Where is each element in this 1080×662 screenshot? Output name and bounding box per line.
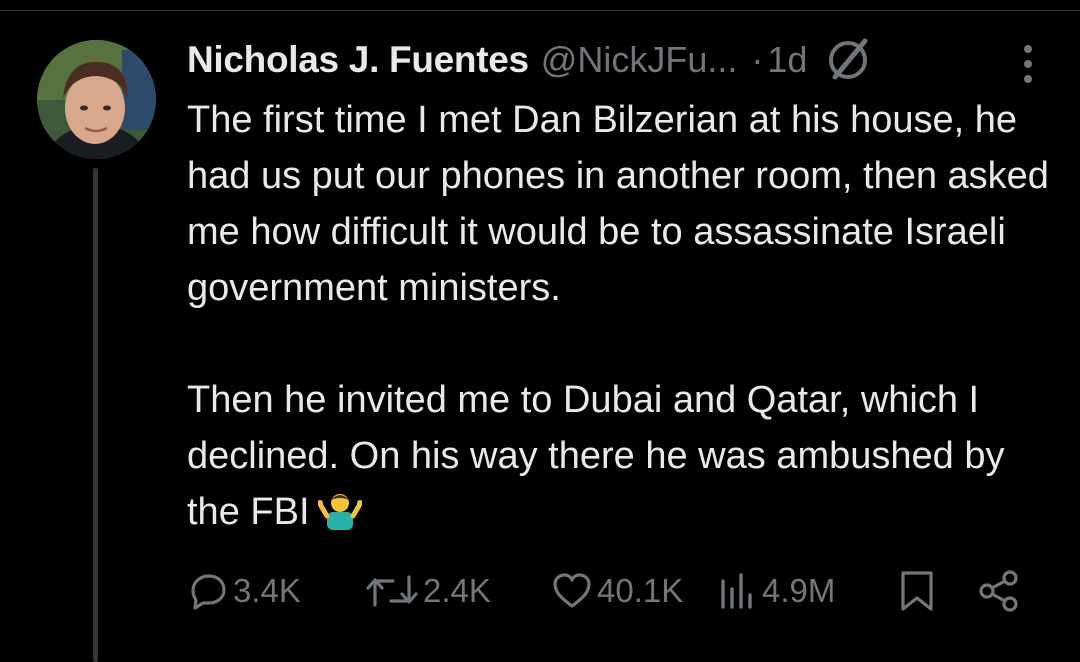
share-button[interactable] — [977, 566, 1021, 616]
separator-dot: · — [751, 39, 764, 80]
views-button[interactable]: 4.9M — [718, 566, 835, 616]
author-handle[interactable]: @NickJFu... — [541, 39, 738, 81]
tweet-header: Nicholas J. Fuentes @NickJFu... · 1d — [187, 36, 1040, 84]
reply-count: 3.4K — [233, 572, 301, 609]
more-options-icon[interactable] — [1022, 44, 1034, 89]
grok-icon[interactable] — [825, 37, 871, 83]
tweet-paragraph-2: Then he invited me to Dubai and Qatar, w… — [187, 372, 1067, 546]
repost-count: 2.4K — [423, 572, 491, 609]
bookmark-button[interactable] — [898, 566, 936, 616]
tweet-actions: 3.4K 2.4K 40.1K 4.9M — [187, 566, 1047, 616]
tweet-text: The first time I met Dan Bilzerian at hi… — [187, 92, 1067, 546]
tweet-paragraph-1: The first time I met Dan Bilzerian at hi… — [187, 99, 1049, 309]
reply-icon — [191, 574, 226, 610]
repost-button[interactable]: 2.4K — [365, 566, 491, 616]
timestamp[interactable]: 1d — [767, 39, 807, 81]
top-divider — [0, 0, 1080, 11]
like-count: 40.1K — [597, 572, 684, 609]
views-count: 4.9M — [762, 572, 836, 609]
avatar-image — [37, 40, 156, 159]
author-name[interactable]: Nicholas J. Fuentes — [187, 39, 529, 81]
views-chart-icon — [721, 573, 752, 609]
share-icon — [979, 570, 1018, 612]
thread-line — [93, 168, 98, 662]
reply-button[interactable]: 3.4K — [187, 566, 301, 616]
avatar[interactable] — [37, 40, 156, 159]
tweet-paragraph-2-text: Then he invited me to Dubai and Qatar, w… — [187, 379, 1005, 533]
person-shrugging-emoji-icon — [316, 490, 363, 546]
like-button[interactable]: 40.1K — [551, 566, 683, 616]
bookmark-icon — [901, 571, 933, 611]
heart-icon — [553, 573, 591, 608]
repost-icon — [366, 575, 418, 607]
